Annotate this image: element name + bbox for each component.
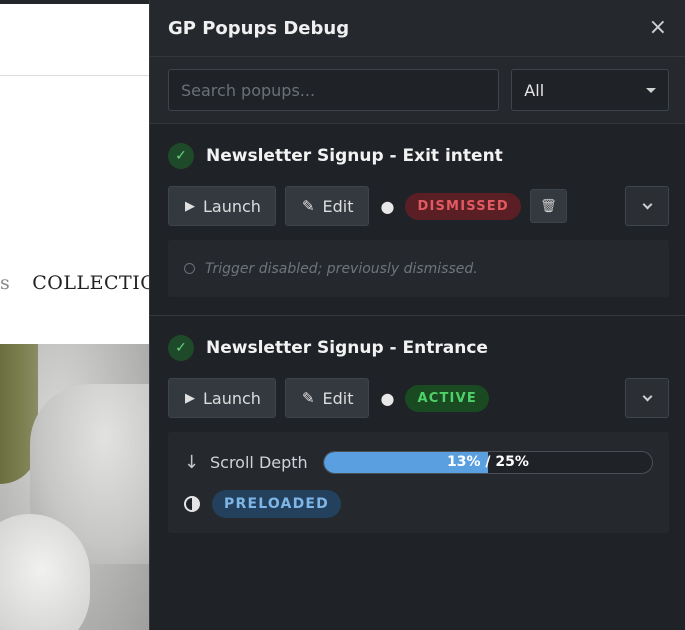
popup-header: ✓ Newsletter Signup - Exit intent [168, 142, 669, 170]
caret-down-icon [646, 87, 656, 93]
site-nav-label: COLLECTIO [32, 272, 150, 294]
filter-row: All [150, 57, 685, 124]
site-nav-collections[interactable]: s COLLECTIO [0, 272, 150, 294]
cookie-icon: ● [380, 196, 395, 216]
status-badge: DISMISSED [405, 192, 521, 220]
site-hero-image [0, 344, 150, 630]
trash-icon: 🗑 [540, 198, 557, 214]
panel-header: GP Popups Debug × [150, 0, 685, 57]
edit-icon: ✎ [301, 197, 315, 215]
popup-name: Newsletter Signup - Entrance [206, 338, 488, 358]
site-header-divider [0, 75, 150, 76]
launch-button[interactable]: ▶ Launch [168, 378, 276, 418]
edit-label: Edit [322, 388, 354, 408]
launch-label: Launch [203, 388, 261, 408]
trigger-info: Trigger disabled; previously dismissed. [168, 240, 669, 297]
site-nav-separator: s [0, 272, 11, 294]
trigger-status-text: Trigger disabled; previously dismissed. [205, 260, 478, 277]
launch-label: Launch [203, 196, 261, 216]
edit-label: Edit [322, 196, 354, 216]
expand-button[interactable] [625, 378, 669, 418]
edit-button[interactable]: ✎ Edit [284, 378, 369, 418]
preloaded-badge: PRELOADED [212, 490, 341, 518]
scroll-depth-row: ↓ Scroll Depth 13% / 25% [184, 447, 655, 477]
status-badge: ACTIVE [405, 384, 489, 412]
background-website: s COLLECTIO [0, 0, 150, 630]
progress-text: 13% / 25% [447, 454, 529, 470]
chevron-down-icon [642, 199, 652, 209]
popup-actions: ▶ Launch ✎ Edit ● ACTIVE [168, 378, 669, 418]
check-icon: ✓ [168, 335, 194, 361]
popup-item-exit-intent: ✓ Newsletter Signup - Exit intent ▶ Laun… [150, 124, 685, 316]
launch-button[interactable]: ▶ Launch [168, 186, 276, 226]
debug-panel: GP Popups Debug × All ✓ Newsletter Signu… [149, 0, 685, 630]
play-icon: ▶ [185, 198, 195, 214]
arrow-down-icon: ↓ [184, 451, 200, 473]
popup-name: Newsletter Signup - Exit intent [206, 146, 503, 166]
check-icon: ✓ [168, 143, 194, 169]
play-icon: ▶ [185, 390, 195, 406]
popup-actions: ▶ Launch ✎ Edit ● DISMISSED 🗑 [168, 186, 669, 226]
preload-row: PRELOADED [184, 489, 655, 519]
trigger-details: ↓ Scroll Depth 13% / 25% PRELOADED [168, 432, 669, 533]
cookie-icon: ● [380, 388, 395, 408]
close-icon[interactable]: × [649, 17, 667, 39]
delete-button[interactable]: 🗑 [529, 189, 567, 223]
popup-header: ✓ Newsletter Signup - Entrance [168, 334, 669, 362]
scroll-depth-progress-bar: 13% / 25% [323, 450, 653, 474]
half-circle-icon [184, 496, 200, 512]
edit-button[interactable]: ✎ Edit [284, 186, 369, 226]
circle-outline-icon [184, 263, 195, 274]
chevron-down-icon [642, 391, 652, 401]
popup-item-entrance: ✓ Newsletter Signup - Entrance ▶ Launch … [150, 316, 685, 533]
edit-icon: ✎ [301, 389, 315, 407]
status-filter-select[interactable]: All [511, 69, 669, 111]
panel-title: GP Popups Debug [168, 17, 350, 39]
scroll-depth-label: Scroll Depth [210, 452, 308, 472]
search-input[interactable] [168, 69, 500, 111]
expand-button[interactable] [625, 186, 669, 226]
status-filter-value: All [524, 80, 545, 100]
site-top-bar [0, 0, 150, 4]
